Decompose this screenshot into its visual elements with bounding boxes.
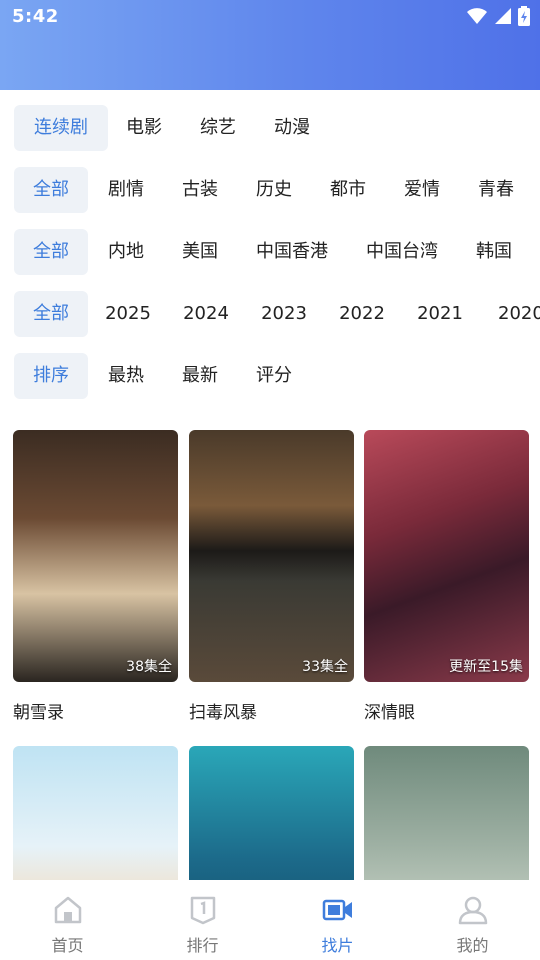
genre-filter-row: 全部 剧情 古装 历史 都市 爱情 青春: [0, 167, 540, 213]
tab-label: 找片: [321, 936, 354, 955]
category-chip-tv-series[interactable]: 连续剧: [14, 105, 108, 151]
episode-badge: 38集全: [126, 659, 172, 675]
category-chip-anime[interactable]: 动漫: [262, 105, 322, 151]
sort-chip-hottest[interactable]: 最热: [96, 353, 156, 399]
region-chip-hongkong[interactable]: 中国香港: [248, 229, 336, 275]
region-chip-all[interactable]: 全部: [14, 229, 88, 275]
region-chip-korea[interactable]: 韩国: [464, 229, 524, 275]
year-chip-2024[interactable]: 2024: [176, 291, 236, 337]
region-chip-mainland[interactable]: 内地: [96, 229, 156, 275]
tab-label: 我的: [456, 936, 489, 955]
category-chip-variety[interactable]: 综艺: [188, 105, 248, 151]
sort-filter-row: 排序 最热 最新 评分: [0, 353, 540, 399]
genre-chip-costume[interactable]: 古装: [170, 167, 230, 213]
year-chip-2023[interactable]: 2023: [254, 291, 314, 337]
sort-chip-newest[interactable]: 最新: [170, 353, 230, 399]
wifi-icon: [467, 8, 487, 24]
header-bar: 5:42: [0, 0, 540, 90]
genre-chip-urban[interactable]: 都市: [318, 167, 378, 213]
tab-find-videos[interactable]: 找片: [270, 880, 405, 960]
category-chip-movie[interactable]: 电影: [114, 105, 174, 151]
year-chip-2022[interactable]: 2022: [332, 291, 392, 337]
year-chip-2021[interactable]: 2021: [410, 291, 470, 337]
tab-profile[interactable]: 我的: [405, 880, 540, 960]
status-bar: 5:42: [0, 0, 540, 34]
ranking-icon: [190, 896, 216, 925]
tab-home[interactable]: 首页: [0, 880, 135, 960]
status-icons: [466, 6, 530, 26]
genre-chip-all[interactable]: 全部: [14, 167, 88, 213]
year-chip-all[interactable]: 全部: [14, 291, 88, 337]
video-icon: [322, 899, 352, 921]
year-chip-2025[interactable]: 2025: [98, 291, 158, 337]
tab-ranking[interactable]: 排行: [135, 880, 270, 960]
episode-badge: 更新至15集: [449, 659, 523, 675]
genre-chip-history[interactable]: 历史: [244, 167, 304, 213]
tab-label: 排行: [186, 936, 219, 955]
genre-chip-youth[interactable]: 青春: [466, 167, 526, 213]
bottom-tab-bar: 首页 排行 找片 我的: [0, 880, 540, 960]
status-time: 5:42: [12, 6, 59, 27]
year-chip-2020[interactable]: 2020: [488, 291, 540, 337]
profile-icon: [458, 896, 488, 925]
show-title: 朝雪录: [13, 703, 64, 723]
battery-icon: [518, 6, 530, 26]
show-poster[interactable]: 更新至15集: [364, 430, 529, 682]
category-filter-row: 连续剧 电影 综艺 动漫: [0, 105, 540, 151]
region-filter-row: 全部 内地 美国 中国香港 中国台湾 韩国: [0, 229, 540, 275]
year-filter-row: 全部 2025 2024 2023 2022 2021 2020: [0, 291, 540, 337]
show-title: 深情眼: [364, 703, 415, 723]
genre-chip-romance[interactable]: 爱情: [392, 167, 452, 213]
show-poster[interactable]: 38集全: [13, 430, 178, 682]
show-title: 扫毒风暴: [189, 703, 257, 723]
show-poster[interactable]: 33集全: [189, 430, 354, 682]
tab-label: 首页: [51, 936, 84, 955]
episode-badge: 33集全: [302, 659, 348, 675]
signal-icon: [495, 8, 511, 24]
region-chip-usa[interactable]: 美国: [170, 229, 230, 275]
home-icon: [54, 896, 82, 924]
sort-chip-rating[interactable]: 评分: [244, 353, 304, 399]
genre-chip-drama[interactable]: 剧情: [96, 167, 156, 213]
region-chip-taiwan[interactable]: 中国台湾: [358, 229, 446, 275]
sort-chip-label[interactable]: 排序: [14, 353, 88, 399]
